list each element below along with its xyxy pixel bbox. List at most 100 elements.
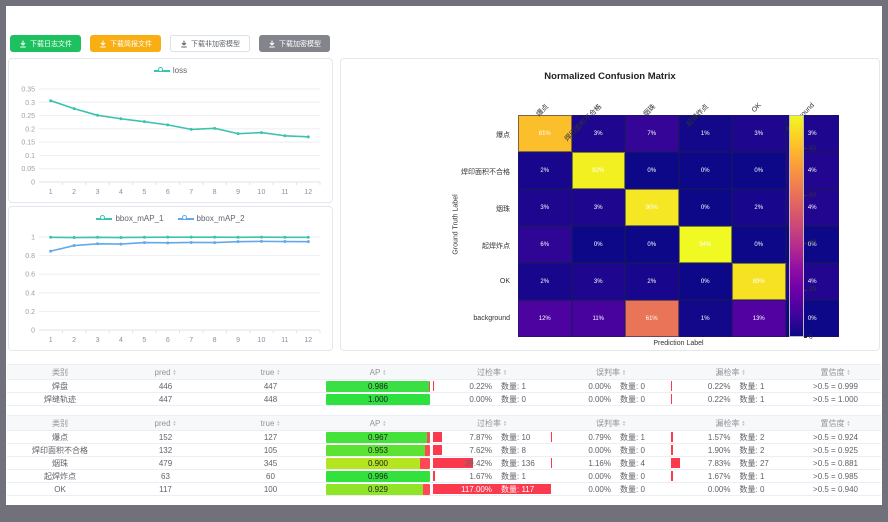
sort-icon[interactable]: ▲▼ <box>276 369 280 375</box>
class-name-cell: 起焊炸点 <box>7 470 113 482</box>
column-header-label: pred <box>155 365 171 379</box>
ap-value: 0.953 <box>326 445 430 456</box>
class-name-cell: 烟珠 <box>7 457 113 469</box>
sort-icon[interactable]: ▲▼ <box>847 369 851 375</box>
svg-text:0.35: 0.35 <box>21 87 35 94</box>
ap-bar: 0.967 <box>326 432 430 443</box>
class-name-cell: 爆点 <box>7 431 113 443</box>
confidence-cell: >0.5 = 0.999 <box>790 380 881 392</box>
colorbar-tick <box>804 243 807 244</box>
column-header[interactable]: 置信度▲▼ <box>790 365 881 379</box>
sort-icon[interactable]: ▲▼ <box>622 420 626 426</box>
column-header[interactable]: pred▲▼ <box>113 365 218 379</box>
sort-icon[interactable]: ▲▼ <box>173 369 177 375</box>
sort-icon[interactable]: ▲▼ <box>173 420 177 426</box>
svg-text:0.05: 0.05 <box>21 166 35 173</box>
ap-bar: 0.986 <box>326 381 430 392</box>
ap-cell: 0.967 <box>323 431 433 443</box>
rate-percent: 7.83% <box>676 457 731 469</box>
rate-count: 数量: 27 <box>731 457 786 469</box>
rate-count: 数量: 136 <box>492 457 546 469</box>
download-encrypted-model-button[interactable]: 下载加密模型 <box>259 35 330 52</box>
svg-text:9: 9 <box>236 189 240 196</box>
rate-percent: 0.00% <box>438 393 492 405</box>
sort-icon[interactable]: ▲▼ <box>276 420 280 426</box>
svg-text:5: 5 <box>142 189 146 196</box>
colorbar-tick-label: 80 <box>809 145 816 152</box>
sort-icon[interactable]: ▲▼ <box>382 369 386 375</box>
legend-marker-icon <box>178 215 194 223</box>
column-header[interactable]: 误判率▲▼ <box>551 416 671 430</box>
svg-text:0.2: 0.2 <box>25 309 35 316</box>
download-report-button[interactable]: 下载简报文件 <box>90 35 161 52</box>
column-header[interactable]: AP▲▼ <box>323 416 433 430</box>
column-header[interactable]: 漏检率▲▼ <box>671 365 790 379</box>
rate-bar <box>551 458 552 468</box>
confidence-cell: >0.5 = 0.925 <box>790 444 881 456</box>
svg-text:4: 4 <box>119 337 123 344</box>
legend-marker-icon <box>96 215 112 223</box>
sort-icon[interactable]: ▲▼ <box>742 369 746 375</box>
heatmap-cell: 0% <box>625 226 679 263</box>
rate-count: 数量: 1 <box>492 470 546 482</box>
prediction-axis-label: Prediction Label <box>518 340 839 347</box>
legend-item-bbox-map-1[interactable]: bbox_mAP_1 <box>96 214 163 223</box>
column-header-label: 漏检率 <box>716 416 740 430</box>
window-frame: 下载日志文件 下载简报文件 下载非加密模型 下载加密模型 <box>0 0 888 522</box>
download-log-button[interactable]: 下载日志文件 <box>10 35 81 52</box>
column-header[interactable]: 过检率▲▼ <box>433 365 551 379</box>
heatmap-cell: 0% <box>679 263 733 300</box>
svg-text:4: 4 <box>119 189 123 196</box>
pred-count-cell: 132 <box>113 444 218 456</box>
heatmap-cell: 3% <box>572 263 626 300</box>
svg-text:0.15: 0.15 <box>21 140 35 147</box>
heatmap-row-label: background <box>360 315 510 322</box>
true-count-cell: 100 <box>218 483 323 495</box>
true-count-cell: 105 <box>218 444 323 456</box>
sort-icon[interactable]: ▲▼ <box>382 420 386 426</box>
svg-text:10: 10 <box>258 189 266 196</box>
svg-text:0.1: 0.1 <box>25 153 35 160</box>
sort-icon[interactable]: ▲▼ <box>622 369 626 375</box>
sort-icon[interactable]: ▲▼ <box>503 369 507 375</box>
column-header[interactable]: 误判率▲▼ <box>551 365 671 379</box>
overdetect-rate-cell: 7.62%数量: 8 <box>433 444 551 456</box>
column-header-label: 置信度 <box>821 365 845 379</box>
column-header[interactable]: 漏检率▲▼ <box>671 416 790 430</box>
column-header[interactable]: true▲▼ <box>218 365 323 379</box>
table-header-row: 类别pred▲▼true▲▼AP▲▼过检率▲▼误判率▲▼漏检率▲▼置信度▲▼ <box>7 365 881 380</box>
rate-bar <box>433 471 435 481</box>
column-header[interactable]: 置信度▲▼ <box>790 416 881 430</box>
table-row: OK1171000.929117.00%数量: 1170.00%数量: 00.0… <box>7 483 881 496</box>
svg-text:9: 9 <box>236 337 240 344</box>
column-header[interactable]: pred▲▼ <box>113 416 218 430</box>
colorbar-tick <box>804 148 807 149</box>
svg-text:11: 11 <box>281 189 288 196</box>
svg-text:1: 1 <box>49 337 53 344</box>
missed-rate-cell: 1.67%数量: 1 <box>671 470 790 482</box>
heatmap-cell: 61% <box>625 300 679 337</box>
ap-value: 0.900 <box>326 458 430 469</box>
column-header[interactable]: 过检率▲▼ <box>433 416 551 430</box>
legend-item-loss[interactable]: loss <box>154 66 187 75</box>
confusion-matrix-title: Normalized Confusion Matrix <box>341 71 879 82</box>
overdetect-rate-cell: 117.00%数量: 117 <box>433 483 551 495</box>
map-chart-card: bbox_mAP_1 bbox_mAP_2 00.20.40.60.811234… <box>8 206 333 351</box>
svg-text:0: 0 <box>31 328 35 335</box>
rate-bar <box>433 381 434 391</box>
missed-rate-cell: 1.57%数量: 2 <box>671 431 790 443</box>
column-header[interactable]: AP▲▼ <box>323 365 433 379</box>
rate-percent: 0.00% <box>556 483 611 495</box>
column-header[interactable]: true▲▼ <box>218 416 323 430</box>
metrics-tables: 类别pred▲▼true▲▼AP▲▼过检率▲▼误判率▲▼漏检率▲▼置信度▲▼焊盘… <box>7 364 881 505</box>
sort-icon[interactable]: ▲▼ <box>742 420 746 426</box>
legend-label: bbox_mAP_2 <box>197 214 245 223</box>
legend-item-bbox-map-2[interactable]: bbox_mAP_2 <box>178 214 245 223</box>
rate-bar <box>671 381 672 391</box>
button-label: 下载加密模型 <box>279 39 321 49</box>
column-header-label: 过检率 <box>477 365 501 379</box>
download-plain-model-button[interactable]: 下载非加密模型 <box>170 35 250 52</box>
sort-icon[interactable]: ▲▼ <box>847 420 851 426</box>
sort-icon[interactable]: ▲▼ <box>503 420 507 426</box>
column-header-label: 置信度 <box>821 416 845 430</box>
